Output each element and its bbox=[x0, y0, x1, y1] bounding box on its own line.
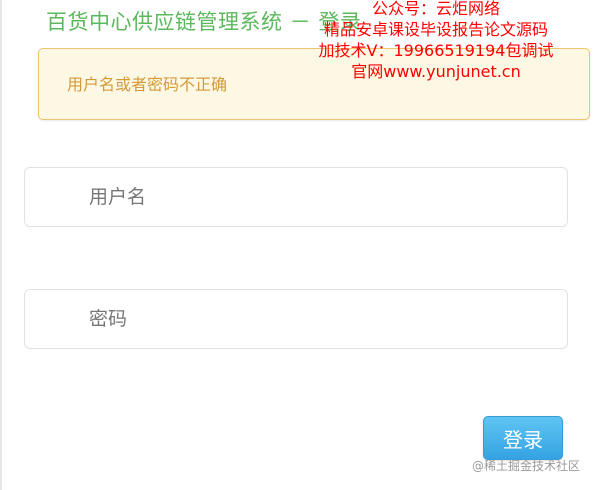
username-input[interactable] bbox=[25, 168, 567, 226]
password-field bbox=[24, 289, 568, 349]
page-left-border bbox=[0, 0, 2, 490]
login-button[interactable]: 登录 bbox=[483, 416, 563, 460]
watermark-line: 精品安卓课设毕设报告论文源码 bbox=[323, 20, 548, 39]
login-page: 百货中心供应链管理系统 － 登录 公众号：云炬网络 精品安卓课设毕设报告论文源码… bbox=[0, 0, 594, 490]
watermark-line: 官网www.yunjunet.cn bbox=[351, 62, 521, 81]
username-field bbox=[24, 167, 568, 227]
watermark: 公众号：云炬网络 精品安卓课设毕设报告论文源码 加技术V：19966519194… bbox=[286, 0, 586, 82]
footer-credit: @稀土掘金技术社区 bbox=[471, 459, 580, 473]
watermark-line: 公众号：云炬网络 bbox=[371, 0, 500, 18]
watermark-line: 加技术V：19966519194包调试 bbox=[318, 41, 554, 60]
password-input[interactable] bbox=[25, 290, 567, 348]
error-message: 用户名或者密码不正确 bbox=[67, 75, 228, 94]
